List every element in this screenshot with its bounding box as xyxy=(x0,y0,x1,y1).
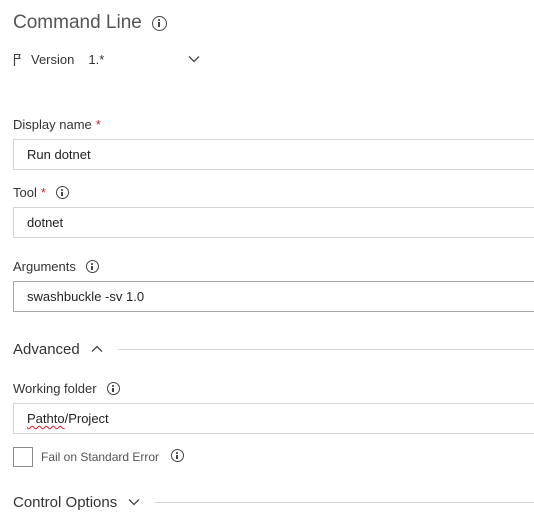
tool-label: Tool * xyxy=(13,185,69,200)
version-value[interactable]: 1.* xyxy=(88,52,104,67)
info-icon[interactable] xyxy=(171,449,184,462)
chevron-down-icon[interactable] xyxy=(187,53,201,65)
advanced-label: Advanced xyxy=(13,340,80,358)
task-header: Command Line xyxy=(13,12,167,34)
version-label: Version xyxy=(31,52,75,67)
misspelled-word: Pathto xyxy=(27,411,65,426)
display-name-label: Display name * xyxy=(13,117,101,132)
control-options-section-header[interactable]: Control Options xyxy=(13,492,534,512)
tool-field[interactable]: dotnet xyxy=(13,207,534,238)
info-icon[interactable] xyxy=(151,15,167,31)
chevron-down-icon[interactable] xyxy=(127,497,141,507)
section-divider xyxy=(117,348,534,350)
fail-on-stderr-label[interactable]: Fail on Standard Error xyxy=(41,450,159,464)
info-icon[interactable] xyxy=(55,186,69,199)
page-title: Command Line xyxy=(13,12,142,33)
working-folder-field[interactable]: Pathto/Project xyxy=(13,403,534,434)
flag-icon xyxy=(13,53,21,66)
working-folder-label: Working folder xyxy=(13,381,120,396)
fail-on-stderr-checkbox[interactable] xyxy=(13,447,33,467)
section-divider xyxy=(155,501,534,503)
version-selector[interactable]: Version 1.* xyxy=(13,52,104,67)
chevron-up-icon[interactable] xyxy=(90,344,104,354)
display-name-field[interactable]: Run dotnet xyxy=(13,139,534,170)
advanced-section-header[interactable]: Advanced xyxy=(13,339,534,359)
arguments-field[interactable]: swashbuckle -sv 1.0 xyxy=(13,281,534,312)
arguments-label: Arguments xyxy=(13,259,99,274)
required-marker: * xyxy=(40,185,46,200)
info-icon[interactable] xyxy=(106,382,120,395)
control-options-label: Control Options xyxy=(13,493,118,511)
info-icon[interactable] xyxy=(85,260,99,273)
required-marker: * xyxy=(95,117,101,132)
